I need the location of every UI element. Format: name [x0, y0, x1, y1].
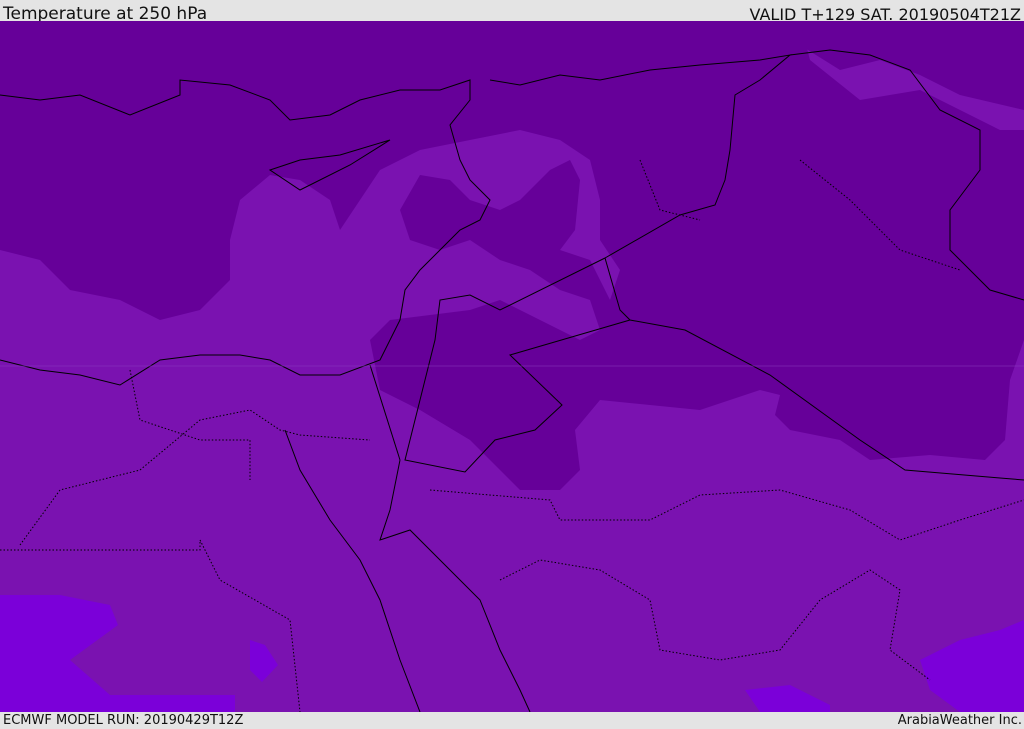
credit-label: ArabiaWeather Inc.: [897, 713, 1022, 728]
temperature-map: [0, 21, 1024, 712]
footer-bar: ECMWF MODEL RUN: 20190429T12Z ArabiaWeat…: [0, 712, 1024, 729]
header-bar: Temperature at 250 hPa VALID T+129 SAT. …: [0, 0, 1024, 24]
model-run: ECMWF MODEL RUN: 20190429T12Z: [3, 713, 244, 728]
